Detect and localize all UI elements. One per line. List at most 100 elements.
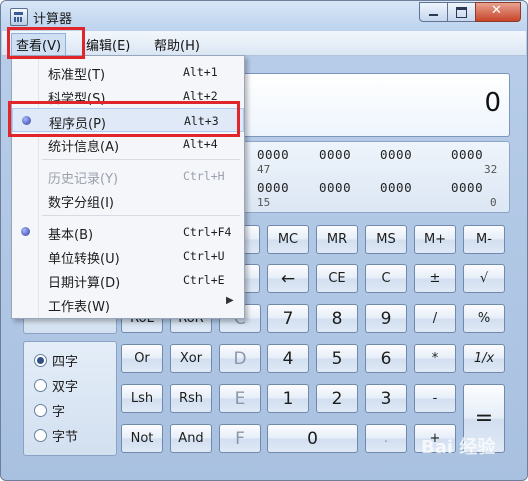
m-minus-button[interactable]: M-	[463, 225, 505, 254]
watermark: Bai 经验	[421, 437, 496, 458]
word-size-label: 四字	[52, 355, 79, 370]
digit-7-button[interactable]: 7	[267, 304, 309, 333]
menu-item-label: 标准型(T)	[48, 68, 106, 83]
window-controls	[419, 2, 521, 22]
highlight-programmer-item	[8, 101, 240, 137]
menu-item-shortcut: Ctrl+H	[183, 169, 225, 183]
menu-separator	[42, 215, 240, 216]
reciprocal-button[interactable]: 1/x	[463, 344, 505, 373]
bit-group[interactable]: 0000	[451, 180, 483, 195]
menu-item-date-calculation[interactable]: 日期计算(D) Ctrl+E	[12, 268, 244, 292]
menu-item-shortcut: Ctrl+E	[183, 273, 225, 287]
bit-index-label: 15	[257, 196, 271, 209]
or-button[interactable]: Or	[121, 344, 163, 373]
menu-item-shortcut: Alt+4	[183, 137, 218, 151]
hex-e-button[interactable]: E	[219, 384, 261, 413]
bit-group[interactable]: 0000	[380, 180, 412, 195]
not-button[interactable]: Not	[121, 424, 163, 453]
menu-separator	[42, 159, 240, 160]
maximize-button[interactable]	[447, 2, 476, 22]
word-size-byte[interactable]: 字节	[34, 426, 78, 445]
display-value: 0	[484, 88, 501, 118]
word-size-label: 双字	[52, 380, 79, 395]
menu-item-label: 历史记录(Y)	[48, 172, 119, 187]
hex-f-button[interactable]: F	[219, 424, 261, 453]
menu-item-unit-conversion[interactable]: 单位转换(U) Ctrl+U	[12, 244, 244, 268]
word-size-qword[interactable]: 四字	[34, 351, 78, 370]
menu-item-shortcut: Alt+1	[183, 65, 218, 79]
bit-group[interactable]: 0000	[319, 147, 351, 162]
bit-panel: 0000 0000 0000 0000 47 32 0000 0000 0000…	[238, 141, 510, 213]
menu-item-label: 日期计算(D)	[48, 276, 121, 291]
mc-button[interactable]: MC	[267, 225, 309, 254]
word-size-group: 四字 双字 字 字节	[23, 341, 117, 456]
menu-item-history: 历史记录(Y) Ctrl+H	[12, 164, 244, 188]
close-button[interactable]	[475, 2, 521, 22]
backspace-button[interactable]: ←	[267, 264, 309, 293]
bit-index-label: 32	[484, 163, 498, 176]
radio-icon[interactable]	[34, 404, 47, 417]
bit-index-label: 0	[490, 196, 497, 209]
digit-0-button[interactable]: 0	[267, 424, 358, 453]
digit-9-button[interactable]: 9	[365, 304, 407, 333]
digit-6-button[interactable]: 6	[365, 344, 407, 373]
menu-item-worksheets[interactable]: 工作表(W) ▶	[12, 292, 244, 316]
ms-button[interactable]: MS	[365, 225, 407, 254]
digit-2-button[interactable]: 2	[316, 384, 358, 413]
bit-group[interactable]: 0000	[257, 147, 289, 162]
menu-item-standard[interactable]: 标准型(T) Alt+1	[12, 60, 244, 84]
menu-item-label: 工作表(W)	[48, 300, 110, 315]
highlight-view-menu	[7, 27, 85, 59]
menu-item-label: 数字分组(I)	[48, 196, 114, 211]
bit-group[interactable]: 0000	[319, 180, 351, 195]
radio-selected-icon[interactable]	[34, 354, 47, 367]
xor-button[interactable]: Xor	[170, 344, 212, 373]
decimal-button[interactable]: .	[365, 424, 407, 453]
m-plus-button[interactable]: M+	[414, 225, 456, 254]
minimize-button[interactable]	[419, 2, 448, 22]
mr-button[interactable]: MR	[316, 225, 358, 254]
view-menu-dropdown: 标准型(T) Alt+1 科学型(S) Alt+2 程序员(P) Alt+3 统…	[11, 55, 245, 319]
menu-item-shortcut: Ctrl+U	[183, 249, 225, 263]
word-size-dword[interactable]: 双字	[34, 376, 78, 395]
digit-8-button[interactable]: 8	[316, 304, 358, 333]
radio-icon[interactable]	[34, 379, 47, 392]
digit-3-button[interactable]: 3	[365, 384, 407, 413]
digit-5-button[interactable]: 5	[316, 344, 358, 373]
sqrt-button[interactable]: √	[463, 264, 505, 293]
menu-item-label: 统计信息(A)	[48, 140, 120, 155]
window-title: 计算器	[33, 12, 73, 27]
radio-icon[interactable]	[34, 429, 47, 442]
subtract-button[interactable]: -	[414, 384, 456, 413]
hex-d-button[interactable]: D	[219, 344, 261, 373]
rsh-button[interactable]: Rsh	[170, 384, 212, 413]
bit-index-label: 47	[257, 163, 271, 176]
menu-item-digit-grouping[interactable]: 数字分组(I)	[12, 188, 244, 212]
radio-bullet-icon	[21, 227, 30, 236]
ce-button[interactable]: CE	[316, 264, 358, 293]
lsh-button[interactable]: Lsh	[121, 384, 163, 413]
submenu-arrow-icon: ▶	[226, 295, 234, 306]
menu-item-label: 基本(B)	[48, 228, 94, 243]
word-size-label: 字	[52, 405, 66, 420]
bit-group[interactable]: 0000	[451, 147, 483, 162]
menu-edit[interactable]: 编辑(E)	[82, 34, 134, 55]
menu-item-label: 单位转换(U)	[48, 252, 120, 267]
result-display: 0	[238, 73, 510, 137]
menu-help[interactable]: 帮助(H)	[150, 34, 204, 55]
word-size-word[interactable]: 字	[34, 401, 65, 420]
menu-item-basic[interactable]: 基本(B) Ctrl+F4	[12, 220, 244, 244]
multiply-button[interactable]: *	[414, 344, 456, 373]
bit-group[interactable]: 0000	[380, 147, 412, 162]
calculator-icon	[10, 8, 28, 26]
word-size-label: 字节	[52, 430, 79, 445]
clear-button[interactable]: C	[365, 264, 407, 293]
menu-item-shortcut: Ctrl+F4	[183, 225, 232, 239]
divide-button[interactable]: /	[414, 304, 456, 333]
bit-group[interactable]: 0000	[257, 180, 289, 195]
digit-1-button[interactable]: 1	[267, 384, 309, 413]
plus-minus-button[interactable]: ±	[414, 264, 456, 293]
digit-4-button[interactable]: 4	[267, 344, 309, 373]
percent-button[interactable]: %	[463, 304, 505, 333]
and-button[interactable]: And	[170, 424, 212, 453]
